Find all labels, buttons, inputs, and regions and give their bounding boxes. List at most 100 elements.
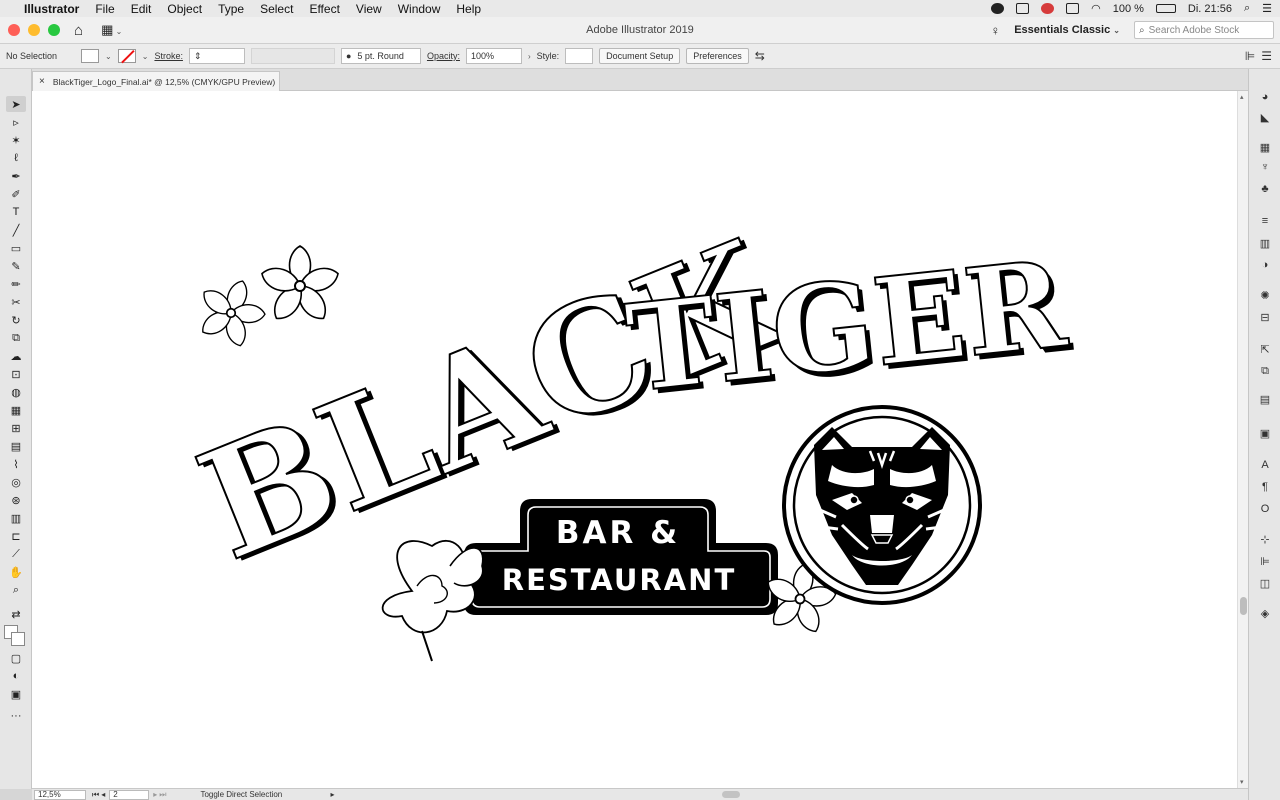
color-panel-icon[interactable]: ◕: [1257, 89, 1273, 105]
hand-tool-icon[interactable]: ✋: [6, 564, 26, 580]
shaper-tool-icon[interactable]: ✏: [6, 276, 26, 292]
zoom-level-dropdown[interactable]: 12,5%: [34, 789, 86, 800]
close-tab-icon[interactable]: ×: [39, 76, 45, 87]
artboard-number-dropdown[interactable]: 2: [109, 789, 150, 800]
symbols-panel-icon[interactable]: ♣: [1257, 181, 1273, 197]
menu-type[interactable]: Type: [218, 2, 244, 16]
zoom-tool-icon[interactable]: ⌕: [6, 582, 26, 598]
battery-icon[interactable]: [1155, 4, 1176, 13]
menu-object[interactable]: Object: [167, 2, 202, 16]
shape-builder-tool-icon[interactable]: ◍: [6, 384, 26, 400]
menu-select[interactable]: Select: [260, 2, 293, 16]
opentype-panel-icon[interactable]: O: [1257, 501, 1273, 517]
pen-tool-icon[interactable]: ✒: [6, 168, 26, 184]
scroll-up-arrow[interactable]: ▴: [1240, 93, 1244, 101]
scissors-tool-icon[interactable]: ✂: [6, 294, 26, 310]
layers-panel-icon[interactable]: ◈: [1257, 605, 1273, 621]
opacity-input[interactable]: 100%: [465, 48, 522, 64]
sync-icon[interactable]: [1016, 3, 1030, 14]
perspective-grid-tool-icon[interactable]: ▦: [6, 402, 26, 418]
symbol-sprayer-tool-icon[interactable]: ⊛: [6, 492, 26, 508]
export-panel-icon[interactable]: ⇱: [1257, 341, 1273, 357]
transparency-panel-icon[interactable]: ◑: [1257, 257, 1273, 273]
artboards-panel-icon[interactable]: ⧉: [1257, 363, 1273, 379]
previous-artboard-button[interactable]: ◂: [101, 790, 105, 799]
first-artboard-button[interactable]: ⏮: [92, 790, 99, 800]
type-tool-icon[interactable]: T: [6, 204, 26, 220]
color-guide-panel-icon[interactable]: ◣: [1257, 109, 1273, 125]
panel-menu-icon[interactable]: ☰: [1261, 49, 1272, 63]
rotate-tool-icon[interactable]: ↻: [6, 312, 26, 328]
line-tool-icon[interactable]: ╱: [6, 222, 26, 238]
zoom-window-button[interactable]: [48, 24, 60, 36]
transform-options-icon[interactable]: ⇆: [755, 49, 765, 63]
vertical-scroll-thumb[interactable]: [1240, 597, 1247, 615]
home-icon[interactable]: ⌂: [74, 22, 83, 39]
edit-toolbar-icon[interactable]: ···: [6, 708, 26, 724]
preferences-button[interactable]: Preferences: [686, 48, 749, 64]
status-menu-arrow[interactable]: ▸: [330, 790, 334, 799]
screen-mode-icon[interactable]: ▣: [6, 686, 26, 702]
menu-edit[interactable]: Edit: [131, 2, 152, 16]
paragraph-panel-icon[interactable]: ¶: [1257, 479, 1273, 495]
graphic-style-dropdown[interactable]: [565, 48, 594, 64]
swap-fill-stroke-icon[interactable]: ⇄: [6, 606, 26, 622]
horizontal-scroll-thumb[interactable]: [722, 791, 740, 798]
character-panel-icon[interactable]: A: [1257, 457, 1273, 473]
lightbulb-icon[interactable]: ♀: [990, 23, 1000, 38]
color-mode-icon[interactable]: ▢: [6, 650, 26, 666]
clock[interactable]: Di. 21:56: [1188, 3, 1232, 15]
direct-selection-tool-icon[interactable]: ▹: [6, 114, 26, 130]
spotlight-search-icon[interactable]: ⌕: [1244, 2, 1250, 15]
align-panel-icon[interactable]: ⊫: [1257, 553, 1273, 569]
selection-tool-icon[interactable]: ➤: [6, 96, 26, 112]
pathfinder-panel-icon[interactable]: ◫: [1257, 575, 1273, 591]
scale-tool-icon[interactable]: ⧉: [6, 330, 26, 346]
stroke-swatch[interactable]: [117, 49, 136, 63]
gradient-tool-icon[interactable]: ▤: [6, 438, 26, 454]
stock-search-input[interactable]: ⌕ Search Adobe Stock: [1134, 21, 1274, 39]
gradient-panel-icon[interactable]: ▥: [1257, 235, 1273, 251]
next-artboard-button[interactable]: ▸: [153, 790, 157, 799]
curvature-tool-icon[interactable]: ✐: [6, 186, 26, 202]
column-graph-tool-icon[interactable]: ▥: [6, 510, 26, 526]
appearance-panel-icon[interactable]: ✺: [1257, 287, 1273, 303]
creative-cloud-icon[interactable]: [991, 3, 1005, 14]
menu-file[interactable]: File: [95, 2, 114, 16]
lasso-tool-icon[interactable]: ℓ: [6, 150, 26, 166]
brushes-panel-icon[interactable]: ♆: [1257, 159, 1273, 175]
scroll-down-arrow[interactable]: ▾: [1240, 778, 1244, 786]
menu-effect[interactable]: Effect: [309, 2, 339, 16]
magic-wand-tool-icon[interactable]: ✶: [6, 132, 26, 148]
control-center-icon[interactable]: ☰: [1262, 2, 1272, 15]
menu-help[interactable]: Help: [456, 2, 481, 16]
vertical-scrollbar[interactable]: ▴ ▾: [1237, 91, 1248, 788]
fill-swatch[interactable]: [81, 49, 100, 63]
opacity-arrow[interactable]: ›: [528, 52, 531, 61]
close-window-button[interactable]: [8, 24, 20, 36]
graphic-styles-panel-icon[interactable]: ⊟: [1257, 309, 1273, 325]
menu-window[interactable]: Window: [398, 2, 441, 16]
fill-dropdown[interactable]: ⌄: [105, 52, 112, 61]
brush-definition-dropdown[interactable]: ● 5 pt. Round: [340, 48, 421, 64]
opacity-label[interactable]: Opacity:: [427, 51, 460, 61]
notification-icon[interactable]: [1041, 3, 1055, 14]
battery-label[interactable]: 100 %: [1113, 3, 1144, 15]
airplay-icon[interactable]: [1066, 3, 1080, 14]
blend-tool-icon[interactable]: ◎: [6, 474, 26, 490]
slice-tool-icon[interactable]: ⟋: [6, 546, 26, 562]
wifi-icon[interactable]: ◠: [1091, 2, 1101, 15]
document-setup-button[interactable]: Document Setup: [599, 48, 681, 64]
menu-view[interactable]: View: [356, 2, 382, 16]
libraries-panel-icon[interactable]: ▤: [1257, 391, 1273, 407]
warp-tool-icon[interactable]: ☁: [6, 348, 26, 364]
rectangle-tool-icon[interactable]: ▭: [6, 240, 26, 256]
stroke-label[interactable]: Stroke:: [154, 51, 183, 61]
free-transform-tool-icon[interactable]: ⊡: [6, 366, 26, 382]
status-hint[interactable]: Toggle Direct Selection: [200, 790, 330, 799]
eyedropper-tool-icon[interactable]: ⌇: [6, 456, 26, 472]
last-artboard-button[interactable]: ⏭: [159, 790, 166, 800]
stroke-color-icon[interactable]: [11, 632, 25, 646]
artboard-canvas[interactable]: BLACK BLACK TIGER TIGER BAR & RESTAURANT: [32, 91, 1237, 788]
properties-panel-icon[interactable]: ▣: [1257, 425, 1273, 441]
